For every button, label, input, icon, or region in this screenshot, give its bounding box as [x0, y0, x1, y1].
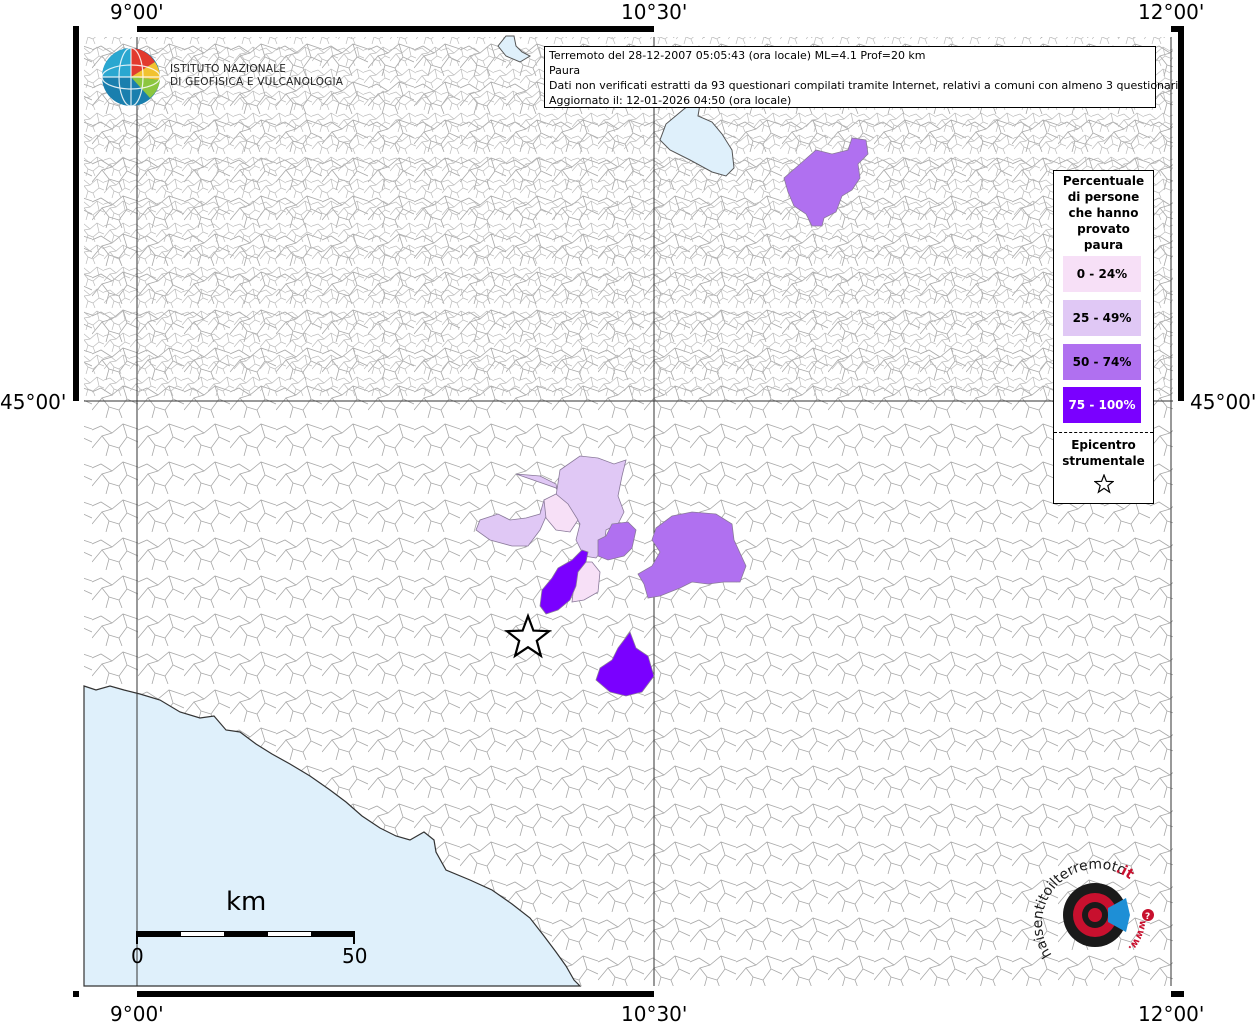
legend-star-icon	[1094, 474, 1114, 494]
svg-text:www.: www.	[1126, 919, 1148, 953]
legend-class-75-100: 75 - 100%	[1063, 387, 1141, 423]
legend-title-line: di persone	[1067, 190, 1140, 204]
event-info-line2: Paura	[549, 64, 581, 77]
event-info-line1: Terremoto del 28-12-2007 05:05:43 (ora l…	[549, 49, 926, 62]
legend-title-line: che hanno	[1068, 206, 1139, 220]
tick-right-45: 45°00'	[1190, 390, 1256, 414]
legend-epicenter-line: Epicentro	[1071, 438, 1136, 452]
tick-bottom-9: 9°00'	[110, 1002, 164, 1026]
tick-bottom-10-30: 10°30'	[621, 1002, 688, 1026]
legend-epicenter-line: strumentale	[1062, 454, 1145, 468]
event-info-line4: Aggiornato il: 12-01-2026 04:50 (ora loc…	[549, 94, 792, 107]
tick-top-9: 9°00'	[110, 0, 164, 24]
legend-class-25-49: 25 - 49%	[1063, 300, 1141, 336]
tick-left-45: 45°00'	[0, 390, 67, 414]
hsit-logo-www: www.	[1126, 919, 1148, 953]
ingv-logo-line2: DI GEOFISICA E VULCANOLOGIA	[170, 76, 344, 88]
legend-title-line: provato	[1077, 222, 1130, 236]
ingv-logo-globe	[101, 47, 161, 107]
tick-top-10-30: 10°30'	[621, 0, 688, 24]
event-info-box: Terremoto del 28-12-2007 05:05:43 (ora l…	[544, 46, 1182, 108]
scalebar-end: 50	[342, 944, 368, 968]
legend: Percentuale di persone che hanno provato…	[1053, 170, 1154, 504]
legend-class-0-24: 0 - 24%	[1063, 256, 1141, 292]
scalebar-unit: km	[226, 887, 267, 917]
legend-title: Percentuale di persone che hanno provato…	[1054, 173, 1153, 253]
legend-separator	[1054, 432, 1153, 433]
ingv-logo-line1: ISTITUTO NAZIONALE	[170, 63, 287, 75]
legend-epicenter-label: Epicentro strumentale	[1054, 437, 1153, 469]
legend-title-line: Percentuale	[1062, 174, 1145, 188]
legend-class-50-74: 50 - 74%	[1063, 344, 1141, 380]
tick-bottom-12: 12°00'	[1138, 1002, 1205, 1026]
hsit-logo: haisentitoilterremoto .it www.	[1030, 860, 1148, 961]
tick-top-12: 12°00'	[1138, 0, 1205, 24]
event-info-line3: Dati non verificati estratti da 93 quest…	[549, 79, 1182, 92]
legend-title-line: paura	[1083, 238, 1124, 252]
scalebar-start: 0	[131, 944, 144, 968]
ingv-logo-text: ISTITUTO NAZIONALE DI GEOFISICA E VULCAN…	[170, 63, 343, 89]
